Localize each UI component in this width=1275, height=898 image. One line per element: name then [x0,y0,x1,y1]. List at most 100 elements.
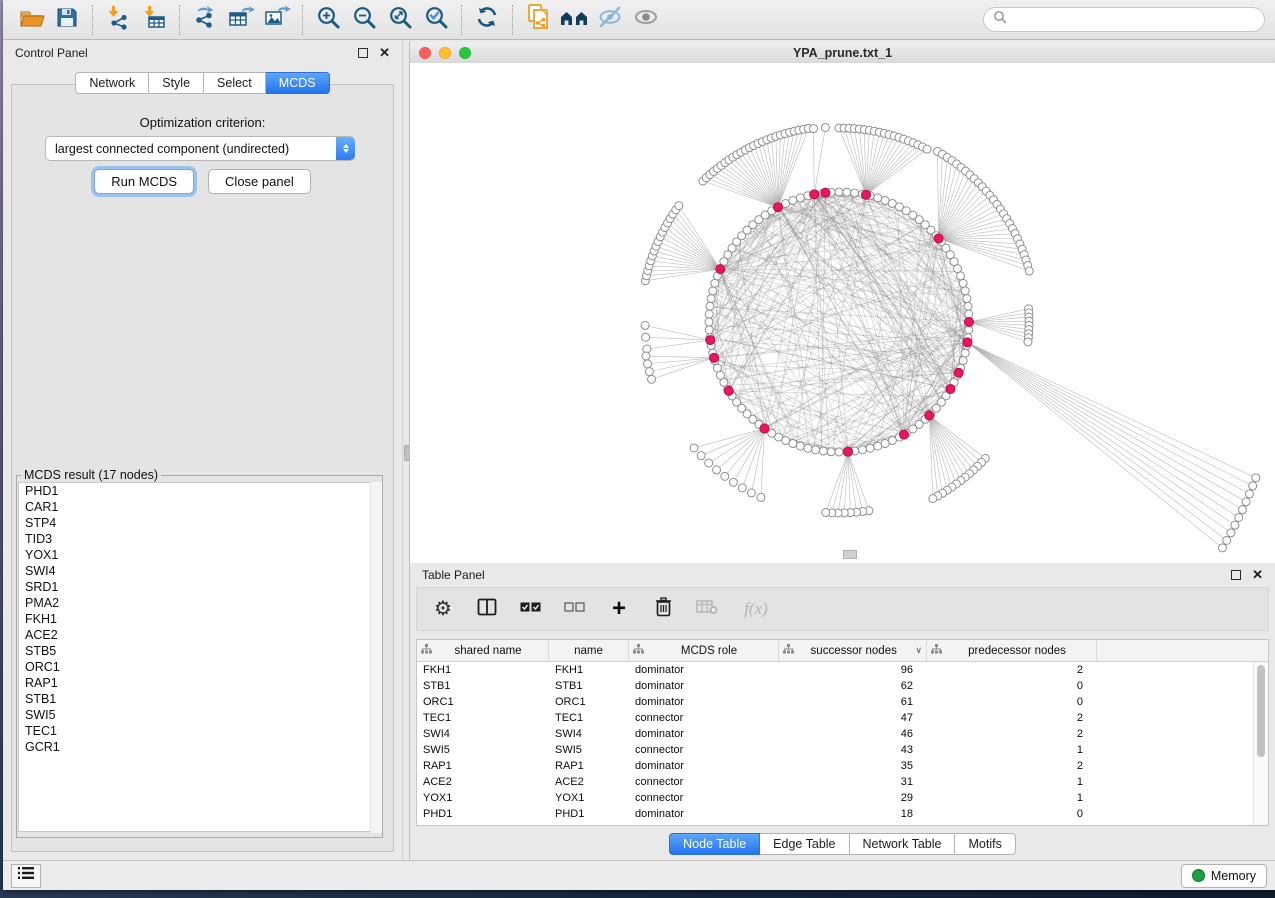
table-settings-button[interactable]: ⚙ [431,597,455,621]
unchecked-boxes-icon [564,600,586,618]
network-graph[interactable] [410,63,1275,562]
mcds-result-item[interactable]: PMA2 [19,595,380,611]
tab-node-table[interactable]: Node Table [669,833,760,855]
delete-column-button[interactable] [651,597,675,621]
show-all-button[interactable] [628,4,664,36]
optimization-criterion-select[interactable]: largest connected component (undirected) [45,136,355,161]
zoom-in-icon [315,4,342,36]
control-panel: Control Panel ✕ Network Style Select MCD… [3,40,402,860]
network-canvas[interactable] [410,63,1275,563]
column-header-predecessor-nodes[interactable]: predecessor nodes [927,640,1097,661]
mcds-result-item[interactable]: FKH1 [19,611,380,627]
function-builder-button[interactable]: f(x) [739,597,773,621]
mcds-tab-content: Optimization criterion: largest connecte… [11,84,394,852]
export-table-icon [227,4,255,35]
column-header-shared-name[interactable]: shared name [417,640,549,661]
memory-label: Memory [1211,869,1256,883]
minimize-window-button[interactable] [439,47,451,59]
mcds-result-item[interactable]: SWI4 [19,563,380,579]
delete-table-button[interactable] [695,597,719,621]
mcds-result-item[interactable]: CAR1 [19,499,380,515]
export-network-button[interactable] [187,4,223,36]
export-image-button[interactable] [259,4,295,36]
result-list-scrollbar[interactable] [370,482,382,833]
maximize-window-button[interactable] [459,47,471,59]
import-network-button[interactable] [100,4,136,36]
task-history-button[interactable] [11,864,41,888]
refresh-layout-button[interactable] [469,4,505,36]
save-session-button[interactable] [49,4,85,36]
export-table-button[interactable] [223,4,259,36]
open-file-button[interactable] [13,4,49,36]
table-row[interactable]: ORC1 ORC1 dominator 61 0 [417,694,1268,710]
sort-descending-icon: ∨ [915,645,922,656]
mcds-result-list: PHD1CAR1STP4TID3YOX1SWI4SRD1PMA2FKH1ACE2… [18,482,381,832]
mcds-result-item[interactable]: ACE2 [19,627,380,643]
float-panel-button[interactable] [358,48,368,58]
hide-selected-button[interactable] [592,4,628,36]
export-image-icon [263,4,291,35]
close-panel-button-2[interactable]: Close panel [208,169,311,194]
import-table-button[interactable] [136,4,172,36]
zoom-in-button[interactable] [310,4,346,36]
table-row[interactable]: SWI5 SWI5 connector 43 1 [417,742,1268,758]
close-table-panel-button[interactable]: ✕ [1252,570,1263,580]
close-panel-button[interactable]: ✕ [379,48,390,58]
tab-motifs[interactable]: Motifs [955,833,1015,855]
close-window-button[interactable] [419,47,431,59]
mcds-result-item[interactable]: ORC1 [19,659,380,675]
tab-style[interactable]: Style [149,72,204,94]
mcds-result-item[interactable]: STP4 [19,515,380,531]
mcds-result-item[interactable]: PHD1 [19,483,380,499]
tab-mcds[interactable]: MCDS [266,72,330,94]
import-network-icon [105,4,131,35]
tab-network[interactable]: Network [75,72,149,94]
toolbar-separator [461,5,462,35]
open-folder-icon [18,5,45,34]
column-header-name[interactable]: name [549,640,629,661]
table-row[interactable]: SWI4 SWI4 dominator 46 2 [417,726,1268,742]
first-neighbors-button[interactable] [556,4,592,36]
column-header-successor-nodes[interactable]: successor nodes ∨ [779,640,927,661]
table-scrollbar[interactable] [1253,662,1268,825]
table-row[interactable]: PHD1 PHD1 dominator 18 0 [417,806,1268,822]
mcds-result-item[interactable]: YOX1 [19,547,380,563]
tab-select[interactable]: Select [204,72,266,94]
split-columns-button[interactable] [475,597,499,621]
zoom-out-button[interactable] [346,4,382,36]
search-input[interactable] [1013,12,1255,28]
zoom-selected-button[interactable] [418,4,454,36]
column-header-mcds-role[interactable]: MCDS role [629,640,779,661]
mcds-result-item[interactable]: SRD1 [19,579,380,595]
search-box[interactable] [983,7,1265,32]
memory-button[interactable]: Memory [1181,864,1267,888]
copy-network-button[interactable] [520,4,556,36]
status-bar: Memory [3,860,1275,890]
table-row[interactable]: FKH1 FKH1 dominator 96 2 [417,662,1268,678]
toolbar-separator [302,5,303,35]
mcds-result-item[interactable]: SWI5 [19,707,380,723]
table-scrollbar-thumb[interactable] [1257,665,1265,757]
table-row[interactable]: RAP1 RAP1 dominator 35 2 [417,758,1268,774]
zoom-fit-button[interactable] [382,4,418,36]
select-all-columns-button[interactable] [519,597,543,621]
table-row[interactable]: YOX1 YOX1 connector 29 1 [417,790,1268,806]
table-row[interactable]: ACE2 ACE2 connector 31 1 [417,774,1268,790]
table-row[interactable]: STB1 STB1 dominator 62 0 [417,678,1268,694]
unselect-all-columns-button[interactable] [563,597,587,621]
table-row[interactable]: TEC1 TEC1 connector 47 2 [417,710,1268,726]
network-view-window: YPA_prune.txt_1 [409,42,1275,563]
mcds-result-item[interactable]: GCR1 [19,739,380,755]
mcds-result-item[interactable]: STB5 [19,643,380,659]
mcds-result-item[interactable]: RAP1 [19,675,380,691]
mcds-result-item[interactable]: TID3 [19,531,380,547]
mcds-result-item[interactable]: STB1 [19,691,380,707]
mcds-result-item[interactable]: TEC1 [19,723,380,739]
tab-network-table[interactable]: Network Table [850,833,956,855]
float-table-panel-button[interactable] [1231,570,1241,580]
add-column-button[interactable]: + [607,597,631,621]
tab-edge-table[interactable]: Edge Table [760,833,849,855]
canvas-scroll-handle[interactable] [843,550,857,559]
run-mcds-button[interactable]: Run MCDS [94,169,194,194]
attribute-type-icon [783,644,794,657]
